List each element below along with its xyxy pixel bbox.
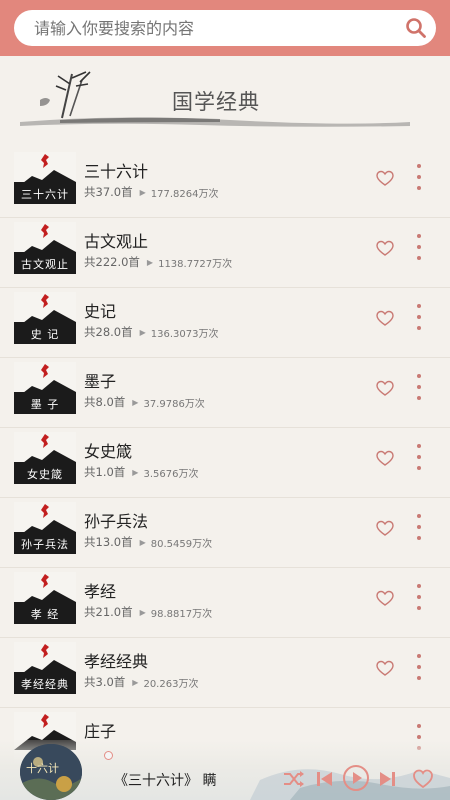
- album-cover: 三十六计: [14, 152, 76, 204]
- list-item[interactable]: 孝经经典 孝经经典 共3.0首 ▶ 20.263万次: [0, 638, 450, 708]
- track-count: 共8.0首: [84, 395, 126, 409]
- album-disc-text: 十六计: [26, 762, 59, 775]
- section-banner: 国学经典: [0, 56, 450, 140]
- track-count: 共222.0首: [84, 255, 140, 269]
- play-count: 1138.7727万次: [158, 258, 233, 270]
- album-title: 孝经: [84, 582, 117, 601]
- progress-thumb[interactable]: [104, 751, 113, 760]
- list-item[interactable]: 孝 经 孝经 共21.0首 ▶ 98.8817万次: [0, 568, 450, 638]
- album-meta: 共1.0首 ▶ 3.5676万次: [84, 464, 198, 480]
- album-meta: 共21.0首 ▶ 98.8817万次: [84, 604, 212, 620]
- album-meta: 共28.0首 ▶ 136.3073万次: [84, 324, 218, 340]
- shuffle-icon[interactable]: [282, 768, 306, 790]
- mini-player: 十六计 《三十六计》 瞒: [0, 740, 450, 800]
- list-item[interactable]: 三十六计 三十六计 共37.0首 ▶ 177.8264万次: [0, 148, 450, 218]
- album-cover-text: 三十六计: [21, 188, 69, 201]
- play-count: 136.3073万次: [150, 328, 219, 340]
- play-count-icon: ▶: [132, 397, 139, 407]
- favorite-heart-icon[interactable]: [376, 240, 394, 258]
- favorite-heart-icon[interactable]: [376, 310, 394, 328]
- album-disc[interactable]: 十六计: [20, 744, 82, 800]
- album-meta: 共222.0首 ▶ 1138.7727万次: [84, 254, 232, 270]
- album-list: 三十六计 三十六计 共37.0首 ▶ 177.8264万次 古文观止 古文观止 …: [0, 148, 450, 778]
- album-title: 三十六计: [84, 162, 149, 181]
- album-cover: 孝 经: [14, 572, 76, 624]
- favorite-heart-icon[interactable]: [376, 450, 394, 468]
- album-title: 庄子: [84, 722, 117, 741]
- play-count-icon: ▶: [146, 257, 154, 267]
- album-cover-text: 史 记: [30, 328, 60, 341]
- play-count: 37.9786万次: [143, 398, 205, 410]
- track-count: 共37.0首: [84, 185, 133, 199]
- album-meta: 共8.0首 ▶ 37.9786万次: [84, 394, 205, 410]
- play-count-icon: ▶: [139, 537, 146, 547]
- album-title: 女史箴: [84, 442, 133, 461]
- album-title: 孙子兵法: [84, 512, 149, 531]
- album-meta: 共37.0首 ▶ 177.8264万次: [84, 184, 218, 200]
- album-cover-text: 孝 经: [30, 608, 60, 621]
- album-cover: 古文观止: [14, 222, 76, 274]
- track-count: 共28.0首: [84, 325, 133, 339]
- album-cover-text: 孙子兵法: [21, 538, 69, 551]
- album-cover-text: 女史箴: [27, 468, 63, 481]
- header-bar: [0, 0, 450, 56]
- album-meta: 共3.0首 ▶ 20.263万次: [84, 674, 198, 690]
- track-count: 共21.0首: [84, 605, 133, 619]
- play-count-icon: ▶: [139, 607, 146, 617]
- track-count: 共3.0首: [84, 675, 126, 689]
- album-title: 史记: [84, 302, 117, 321]
- album-cover: 女史箴: [14, 432, 76, 484]
- play-count: 177.8264万次: [150, 188, 219, 200]
- play-count-icon: ▶: [132, 677, 139, 687]
- album-cover-text: 墨 子: [30, 398, 60, 411]
- previous-icon[interactable]: [314, 768, 334, 790]
- section-title: 国学经典: [172, 90, 260, 114]
- track-count: 共13.0首: [84, 535, 133, 549]
- more-options-icon[interactable]: [410, 374, 428, 400]
- more-options-icon[interactable]: [410, 304, 428, 330]
- now-playing-title: 《三十六计》 瞒: [114, 773, 217, 789]
- album-cover-text: 古文观止: [21, 258, 69, 271]
- favorite-heart-icon[interactable]: [376, 380, 394, 398]
- more-options-icon[interactable]: [410, 164, 428, 190]
- album-cover: 孙子兵法: [14, 502, 76, 554]
- list-item[interactable]: 古文观止 古文观止 共222.0首 ▶ 1138.7727万次: [0, 218, 450, 288]
- favorite-heart-icon[interactable]: [376, 520, 394, 538]
- play-count-icon: ▶: [139, 187, 146, 197]
- album-cover: 墨 子: [14, 362, 76, 414]
- more-options-icon[interactable]: [410, 584, 428, 610]
- track-count: 共1.0首: [84, 465, 126, 479]
- search-box[interactable]: [14, 10, 436, 46]
- play-count: 98.8817万次: [150, 608, 213, 620]
- play-icon[interactable]: [342, 764, 370, 792]
- list-item[interactable]: 女史箴 女史箴 共1.0首 ▶ 3.5676万次: [0, 428, 450, 498]
- play-count-icon: ▶: [139, 327, 146, 337]
- more-options-icon[interactable]: [410, 234, 428, 260]
- favorite-heart-icon[interactable]: [376, 660, 394, 678]
- progress-bar[interactable]: [104, 751, 404, 760]
- play-count: 20.263万次: [143, 678, 199, 690]
- album-title: 古文观止: [84, 232, 149, 251]
- search-input[interactable]: [14, 18, 396, 38]
- list-item[interactable]: 孙子兵法 孙子兵法 共13.0首 ▶ 80.5459万次: [0, 498, 450, 568]
- favorite-heart-icon[interactable]: [412, 768, 434, 790]
- list-item[interactable]: 墨 子 墨子 共8.0首 ▶ 37.9786万次: [0, 358, 450, 428]
- more-options-icon[interactable]: [410, 654, 428, 680]
- album-title: 孝经经典: [84, 652, 149, 671]
- album-cover: 孝经经典: [14, 642, 76, 694]
- album-meta: 共13.0首 ▶ 80.5459万次: [84, 534, 212, 550]
- album-title: 墨子: [84, 372, 117, 391]
- list-item[interactable]: 史 记 史记 共28.0首 ▶ 136.3073万次: [0, 288, 450, 358]
- play-count: 80.5459万次: [150, 538, 213, 550]
- more-options-icon[interactable]: [410, 444, 428, 470]
- play-count-icon: ▶: [132, 467, 139, 477]
- album-cover: 史 记: [14, 292, 76, 344]
- next-icon[interactable]: [378, 768, 398, 790]
- search-icon[interactable]: [396, 10, 436, 46]
- album-cover-text: 孝经经典: [21, 678, 69, 691]
- play-count: 3.5676万次: [143, 468, 199, 480]
- favorite-heart-icon[interactable]: [376, 590, 394, 608]
- favorite-heart-icon[interactable]: [376, 170, 394, 188]
- more-options-icon[interactable]: [410, 514, 428, 540]
